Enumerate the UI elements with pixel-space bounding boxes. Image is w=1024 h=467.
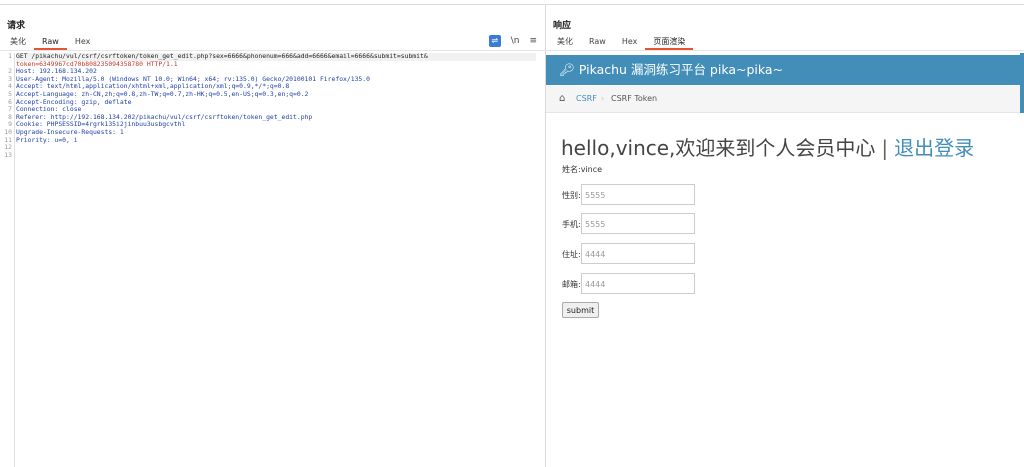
address-input[interactable]: 4444 xyxy=(581,243,695,264)
tab-pretty[interactable]: 美化 xyxy=(2,36,34,48)
tab-raw[interactable]: Raw xyxy=(34,36,67,50)
line-gutter: 1 2 3 4 5 6 7 8 9 10 11 12 13 xyxy=(0,52,15,467)
request-tabs: 美化 Raw Hex xyxy=(2,36,98,50)
chevron-right-icon: › xyxy=(601,94,605,103)
sex-input[interactable]: 5555 xyxy=(581,184,695,205)
tab-pretty[interactable]: 美化 xyxy=(549,36,581,48)
tab-render[interactable]: 页面渲染 xyxy=(645,36,694,50)
request-line: Upgrade-Insecure-Requests: 1 xyxy=(16,128,124,136)
request-line: Priority: u=0, i xyxy=(16,136,78,144)
request-line xyxy=(16,152,536,160)
rendered-page: 🔑︎ Pikachu 漏洞练习平台 pika~pika~ ⌂ CSRF › CS… xyxy=(546,53,1024,467)
key-icon: 🔑︎ xyxy=(559,62,579,77)
breadcrumb-current: CSRF Token xyxy=(611,94,658,103)
scroll-indicator[interactable] xyxy=(1020,53,1024,113)
request-line: token=6349967cd70b808235094358780 HTTP/1… xyxy=(16,60,178,68)
submit-button[interactable]: submit xyxy=(562,302,599,318)
email-label: 邮箱: xyxy=(562,280,581,289)
name-label: 姓名:vince xyxy=(562,165,603,174)
address-label: 住址: xyxy=(562,250,581,259)
request-line: Accept-Encoding: gzip, deflate xyxy=(16,98,132,106)
menu-icon[interactable]: ≡ xyxy=(529,36,537,46)
request-line: Cookie: PHPSESSID=4rgrk135i2jinbuu3usbgc… xyxy=(16,121,186,129)
email-input[interactable]: 4444 xyxy=(581,273,695,294)
breadcrumb: ⌂ CSRF › CSRF Token xyxy=(546,86,1024,113)
tab-hex[interactable]: Hex xyxy=(614,36,646,48)
phone-input[interactable]: 5555 xyxy=(581,213,695,234)
breadcrumb-csrf[interactable]: CSRF xyxy=(576,86,597,112)
tab-hex[interactable]: Hex xyxy=(67,36,99,48)
title-separator: | xyxy=(881,136,889,160)
request-panel: 请求 美化 Raw Hex ⇌ \n ≡ 1 2 3 4 5 6 7 8 9 1… xyxy=(0,5,546,467)
newline-toggle[interactable]: \n xyxy=(511,36,520,46)
response-title: 响应 xyxy=(553,21,572,31)
site-navbar: 🔑︎ Pikachu 漏洞练习平台 pika~pika~ xyxy=(546,55,1024,85)
home-icon[interactable]: ⌂ xyxy=(559,86,565,112)
line-number: 1 xyxy=(8,52,12,60)
phone-label: 手机: xyxy=(562,220,581,229)
request-line: Referer: http://192.168.134.202/pikachu/… xyxy=(16,113,313,121)
page-title: hello,vince,欢迎来到个人会员中心 | 退出登录 xyxy=(561,132,974,161)
request-line xyxy=(16,144,536,152)
logout-link[interactable]: 退出登录 xyxy=(894,136,974,160)
tab-raw[interactable]: Raw xyxy=(581,36,614,48)
response-panel: 响应 美化 Raw Hex 页面渲染 🔑︎ Pikachu 漏洞练习平台 pik… xyxy=(546,5,1024,467)
editor-toolbar: ⇌ \n ≡ xyxy=(488,35,537,47)
request-title: 请求 xyxy=(7,21,26,31)
request-line: Accept: text/html,application/xhtml+xml,… xyxy=(16,83,290,91)
site-brand[interactable]: 🔑︎ Pikachu 漏洞练习平台 pika~pika~ xyxy=(559,55,783,85)
tab-divider xyxy=(546,50,1024,51)
request-line: Host: 192.168.134.202 xyxy=(16,68,97,76)
request-line: Connection: close xyxy=(16,106,82,114)
request-line: Accept-Language: zh-CN,zh;q=0.8,zh-TW;q=… xyxy=(16,90,309,98)
request-line: User-Agent: Mozilla/5.0 (Windows NT 10.0… xyxy=(16,75,370,83)
wrap-lines-icon[interactable]: ⇌ xyxy=(488,35,501,47)
greeting-text: hello,vince,欢迎来到个人会员中心 xyxy=(561,136,876,160)
sex-label: 性别: xyxy=(562,191,581,200)
request-line: GET /pikachu/vul/csrf/csrftoken/token_ge… xyxy=(16,53,536,61)
response-tabs: 美化 Raw Hex 页面渲染 xyxy=(549,36,694,50)
tab-divider xyxy=(0,50,545,51)
request-editor[interactable]: 1 2 3 4 5 6 7 8 9 10 11 12 13 GET /pikac… xyxy=(0,52,545,467)
line-number: 13 xyxy=(4,150,12,159)
request-code: GET /pikachu/vul/csrf/csrftoken/token_ge… xyxy=(16,53,536,159)
brand-text: Pikachu 漏洞练习平台 pika~pika~ xyxy=(578,62,784,77)
